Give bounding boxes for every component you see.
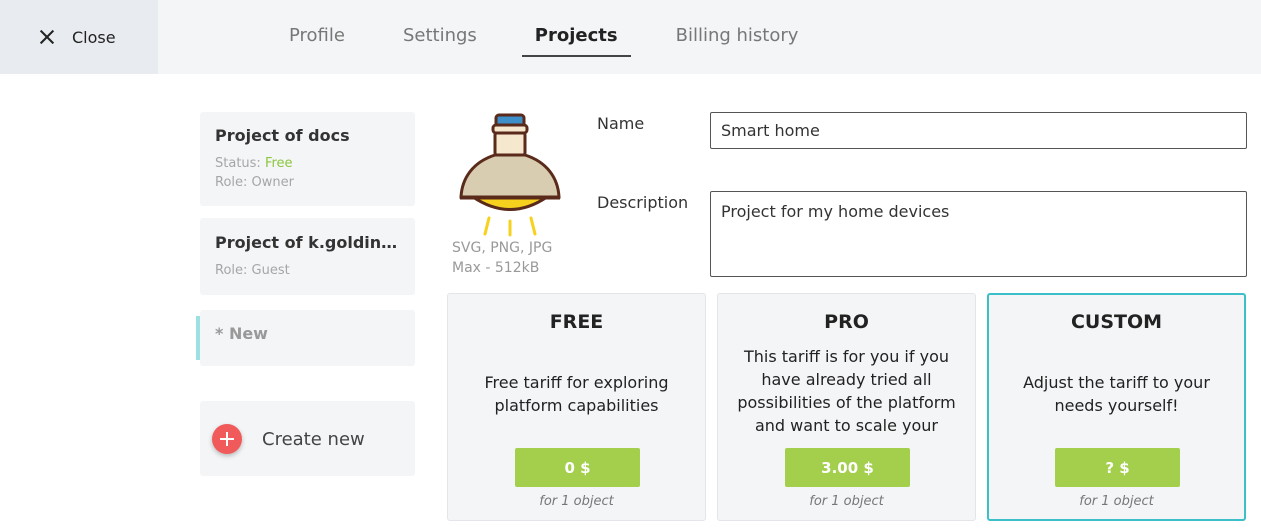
tab-billing-history[interactable]: Billing history — [647, 0, 828, 74]
status-label: Status: — [215, 156, 261, 171]
create-new-label: Create new — [262, 429, 365, 450]
tariff-card-pro[interactable]: PRO This tariff is for you if you have a… — [717, 293, 976, 521]
tab-settings[interactable]: Settings — [374, 0, 506, 74]
tariff-price-button[interactable]: 3.00 $ — [785, 448, 910, 487]
tariff-name: CUSTOM — [1070, 311, 1163, 333]
image-format-hint: SVG, PNG, JPG Max - 512kB — [452, 238, 552, 278]
project-role: Role: Guest — [215, 263, 290, 278]
project-name: Project of k.goldinova@opp-plus.com — [215, 233, 400, 252]
project-meta: Role: Guest — [215, 261, 400, 280]
project-list: Project of docs Status: Free Role: Owner… — [196, 112, 415, 378]
lamp-icon[interactable] — [455, 110, 565, 240]
project-meta: Status: Free Role: Owner — [215, 154, 400, 192]
close-label: Close — [72, 27, 116, 47]
project-item-k-goldinova[interactable]: Project of k.goldinova@opp-plus.com Role… — [200, 218, 415, 295]
tariff-description: Free tariff for exploring platform capab… — [484, 373, 669, 415]
tariff-card-free[interactable]: FREE Free tariff for exploring platform … — [447, 293, 706, 521]
status-badge: Free — [264, 156, 293, 171]
create-new-button[interactable]: Create new — [200, 401, 415, 476]
image-formats: SVG, PNG, JPG — [452, 240, 553, 256]
description-label: Description — [597, 193, 689, 212]
name-label: Name — [597, 114, 645, 133]
description-field[interactable]: Project for my home devices — [710, 191, 1247, 277]
tariff-description: This tariff is for you if you have alrea… — [737, 347, 956, 435]
selected-indicator — [196, 316, 200, 360]
name-field[interactable]: Smart home — [710, 112, 1247, 149]
project-item-docs[interactable]: Project of docs Status: Free Role: Owner — [200, 112, 415, 206]
tariff-per-object: for 1 object — [809, 494, 884, 509]
tab-projects[interactable]: Projects — [506, 0, 647, 74]
close-icon — [38, 28, 56, 46]
tariff-name: FREE — [549, 311, 604, 333]
close-button[interactable]: Close — [0, 0, 158, 74]
top-bar: Close Profile Settings Projects Billing … — [0, 0, 1261, 74]
tariff-description: Adjust the tariff to your needs yourself… — [1023, 373, 1210, 415]
plus-icon — [212, 424, 242, 454]
tariff-price-button[interactable]: ? $ — [1055, 448, 1180, 487]
project-item-new[interactable]: * New — [196, 310, 415, 366]
tab-profile[interactable]: Profile — [260, 0, 374, 74]
tariff-name: PRO — [824, 311, 869, 333]
project-name: * New — [215, 324, 268, 343]
tariff-card-custom[interactable]: CUSTOM Adjust the tariff to your needs y… — [987, 293, 1246, 521]
tariff-per-object: for 1 object — [1079, 494, 1154, 509]
tab-bar: Profile Settings Projects Billing histor… — [260, 0, 827, 74]
project-role: Role: Owner — [215, 175, 294, 190]
tariff-per-object: for 1 object — [539, 494, 614, 509]
project-name: Project of docs — [215, 126, 350, 145]
image-max-size: Max - 512kB — [452, 260, 540, 276]
tariff-price-button[interactable]: 0 $ — [515, 448, 640, 487]
